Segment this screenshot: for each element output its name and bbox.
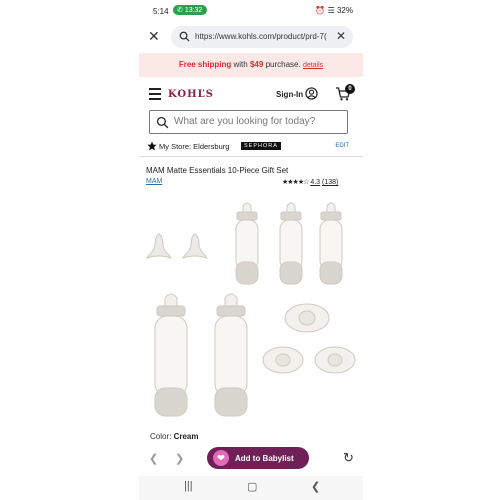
gift-set-illustration [145, 202, 356, 417]
color-value: Cream [173, 432, 199, 441]
product-rating[interactable]: ★★★★☆ 4.3 (138) [282, 178, 338, 186]
color-selection: Color: Cream [150, 432, 198, 441]
site-header: KOHĽS Sign-In 0 [139, 79, 363, 111]
bottom-action-bar: ❮ ❯ ❤ Add to Babylist ↻ [139, 446, 363, 472]
heart-icon: ❤ [213, 450, 229, 466]
kohls-logo[interactable]: KOHĽS [168, 89, 214, 100]
nipple-right [181, 233, 209, 259]
sephora-badge: SEPHORA [241, 142, 281, 150]
clear-url-icon[interactable]: ✕ [336, 29, 346, 43]
small-bottle-1 [235, 202, 259, 285]
search-placeholder: What are you looking for today? [174, 116, 316, 127]
small-bottle-3 [319, 202, 343, 285]
add-to-babylist-label: Add to Babylist [235, 454, 294, 463]
promo-with: with [233, 60, 248, 69]
signin-link[interactable]: Sign-In [276, 90, 303, 99]
store-bar: My Store: Eldersburg SEPHORA EDIT [139, 138, 363, 157]
small-bottle-2 [279, 202, 303, 285]
promo-banner: Free shipping with $49 purchase. details [139, 53, 363, 77]
product-image[interactable] [139, 198, 363, 422]
search-icon [156, 116, 169, 129]
browser-bar: ✕ https://www.kohls.com/product/prd-7( ✕ [139, 22, 363, 52]
search-input[interactable]: What are you looking for today? [149, 110, 348, 134]
product-title: MAM Matte Essentials 10-Piece Gift Set [146, 166, 289, 175]
refresh-icon[interactable]: ↻ [343, 450, 354, 466]
call-indicator[interactable]: ✆ 13:32 [173, 5, 208, 15]
review-count: (138) [322, 179, 339, 186]
promo-strong: Free shipping [178, 60, 232, 69]
star-icon [147, 141, 157, 151]
pacifier-right [314, 346, 356, 374]
status-time: 5:14 [153, 7, 169, 16]
cart-count-badge: 0 [345, 84, 355, 94]
battery-level: 32% [336, 6, 353, 15]
promo-purchase: purchase. [265, 60, 301, 69]
store-edit-link[interactable]: EDIT [335, 143, 349, 149]
menu-icon[interactable] [149, 88, 161, 103]
rating-stars: ★★★★☆ [282, 179, 309, 186]
rating-value: 4.3 [310, 179, 321, 186]
phone-screen: 5:14 ✆ 13:32 ⏰ ☰ 32% ✕ https://www.kohls… [139, 0, 363, 500]
url-text: https://www.kohls.com/product/prd-7( [195, 32, 327, 41]
status-bar: 5:14 ✆ 13:32 ⏰ ☰ 32% [139, 0, 363, 22]
store-label: My Store: Eldersburg [159, 142, 230, 151]
color-label: Color: [150, 432, 172, 441]
large-bottle-1 [154, 293, 188, 417]
pacifier-left [262, 346, 304, 374]
search-icon [179, 31, 190, 42]
forward-arrow-icon[interactable]: ❯ [175, 452, 184, 465]
add-to-babylist-button[interactable]: ❤ Add to Babylist [207, 447, 309, 469]
back-arrow-icon[interactable]: ❮ [149, 452, 158, 465]
android-nav-bar: ||| ▢ ❮ [139, 476, 363, 500]
account-icon[interactable] [305, 87, 318, 100]
call-time: 13:32 [184, 7, 203, 14]
status-right: ⏰ ☰ 32% [315, 6, 353, 15]
brand-link[interactable]: MAM [146, 178, 162, 185]
promo-details-link[interactable]: details [303, 62, 323, 69]
recent-apps-icon[interactable]: ||| [184, 480, 193, 492]
close-tab-icon[interactable]: ✕ [148, 28, 160, 45]
promo-amount: $49 [249, 60, 264, 69]
large-bottle-2 [214, 293, 248, 417]
pacifier-top [284, 303, 330, 333]
back-nav-icon[interactable]: ❮ [311, 480, 320, 493]
address-bar[interactable]: https://www.kohls.com/product/prd-7( ✕ [171, 26, 353, 48]
home-icon[interactable]: ▢ [247, 480, 257, 493]
nipple-left [145, 233, 173, 259]
